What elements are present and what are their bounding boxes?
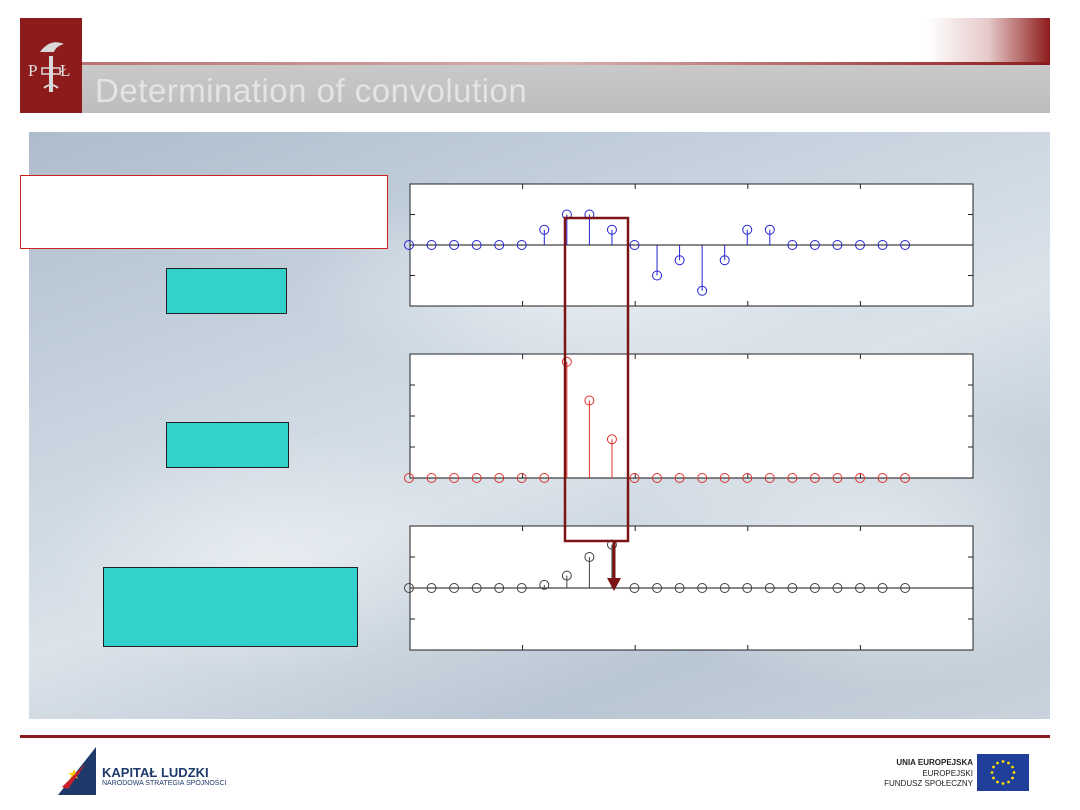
eu-star-icon — [992, 776, 995, 780]
eu-label-union: UNIA EUROPEJSKA — [896, 758, 973, 767]
eu-star-icon — [1001, 760, 1005, 763]
eu-label-fund-line1: EUROPEJSKI — [922, 769, 973, 778]
eu-star-icon — [990, 771, 994, 774]
convolution-plots — [404, 183, 974, 651]
kapital-ludzki-subtitle: NARODOWA STRATEGIA SPÓJNOŚCI — [102, 780, 227, 787]
eu-star-icon — [1007, 780, 1010, 784]
eu-star-icon — [996, 780, 999, 784]
eu-label-fund-line2: FUNDUSZ SPOŁECZNY — [884, 779, 973, 788]
eu-star-icon — [1011, 776, 1014, 780]
eu-star-icon — [992, 765, 995, 769]
plot-frame — [409, 353, 974, 479]
eu-star-icon — [1012, 771, 1016, 774]
eu-star-icon — [996, 761, 999, 765]
eu-star-icon — [1007, 761, 1010, 765]
eu-star-icon — [1001, 782, 1005, 785]
eu-star-icon — [1011, 765, 1014, 769]
kapital-ludzki-logo-icon — [58, 747, 96, 795]
eu-flag-icon — [977, 754, 1029, 791]
eu-stars-icon — [990, 760, 1016, 785]
kapital-ludzki-title: KAPITAŁ LUDZKI — [102, 765, 209, 780]
footer-divider — [20, 735, 1050, 738]
